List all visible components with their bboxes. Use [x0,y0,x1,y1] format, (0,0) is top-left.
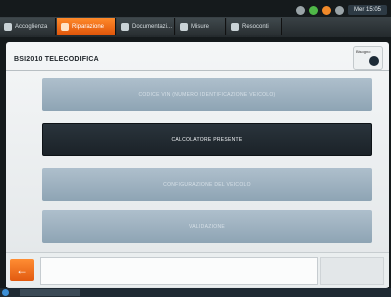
tab-label: Accoglienza [15,23,48,30]
vci-status-icon [308,5,318,15]
report-icon [231,22,239,31]
taskbar-item[interactable] [20,289,80,296]
status-area: Mer 15:05 [295,0,387,20]
action-area [320,257,384,285]
help-button[interactable]: Bisogno [353,46,383,70]
taskbar [0,288,391,297]
bottom-bar: ← [6,252,389,287]
option-calculator-present[interactable]: Calcolatore presente [42,123,372,156]
tab-documentazione[interactable]: Documentazi... [117,18,175,35]
help-label: Bisogno [356,49,371,54]
tab-misure[interactable]: Misure [176,18,226,35]
tab-accoglienza[interactable]: Accoglienza [0,18,56,35]
start-icon[interactable] [2,289,9,296]
settings-icon[interactable] [334,5,344,15]
option-label: Validazione [189,223,225,230]
top-tab-bar: Accoglienza Riparazione Documentazi... M… [0,17,391,37]
tab-riparazione[interactable]: Riparazione [57,18,116,35]
help-icon [369,56,379,66]
tab-label: Resoconti [242,23,269,30]
back-button[interactable]: ← [10,259,34,281]
gauge-icon [180,22,188,31]
wrench-icon [61,22,69,31]
home-icon [4,22,12,31]
page-title: BSI2010 TELECODIFICA [14,56,99,63]
tab-label: Riparazione [72,23,105,30]
clock: Mer 15:05 [347,5,387,15]
option-label: Configurazione del veicolo [163,181,251,188]
option-vin-code[interactable]: Codice VIN (numero identificazione veico… [42,78,372,111]
tab-resoconti[interactable]: Resoconti [227,18,282,35]
option-validation[interactable]: Validazione [42,210,372,243]
message-box [40,257,318,285]
warning-icon [321,5,331,15]
connection-icon [295,5,305,15]
header-divider [6,70,389,71]
tab-label: Misure [191,23,210,30]
tab-label: Documentazi... [132,23,173,30]
option-vehicle-configuration[interactable]: Configurazione del veicolo [42,168,372,201]
arrow-left-icon: ← [16,263,28,277]
option-label: Calcolatore presente [171,136,243,143]
document-icon [121,22,129,31]
option-label: Codice VIN (numero identificazione veico… [138,91,276,98]
